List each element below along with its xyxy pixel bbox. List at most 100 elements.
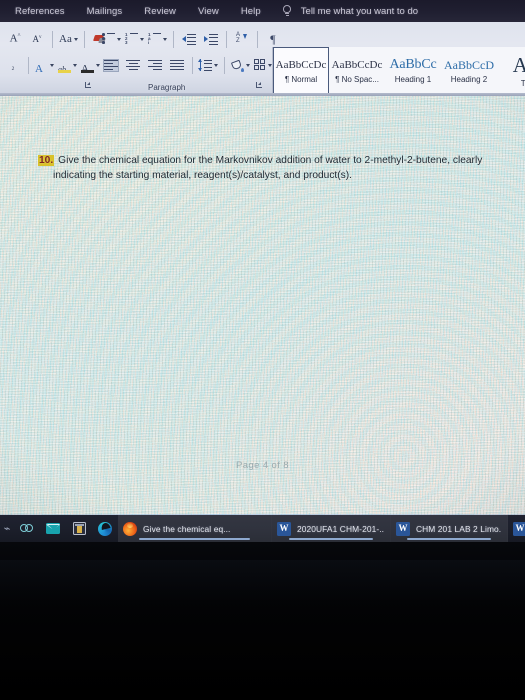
microsoft-edge-icon (98, 521, 112, 536)
text-effects-icon: A (35, 62, 43, 75)
numbering-icon: 123 (125, 33, 138, 45)
taskbar-task-word-1[interactable]: W 2020UFA1 CHM-201-... (272, 515, 390, 542)
windows-taskbar: ⌁ Give the chemical eq... W 2020UFA1 CHM… (0, 515, 525, 542)
ribbon-tab-bar: References Mailings Review View Help Tel… (0, 0, 525, 22)
question-number: 10. (38, 155, 55, 166)
tab-help[interactable]: Help (230, 6, 272, 17)
line-spacing-button[interactable] (197, 54, 220, 76)
justify-icon (170, 59, 184, 71)
borders-icon (254, 59, 266, 71)
subscript-button[interactable]: ₂ (2, 54, 24, 76)
grow-font-button[interactable]: A^ (4, 28, 26, 50)
bullets-icon (102, 33, 115, 45)
bullets-button[interactable] (100, 28, 123, 50)
paint-bucket-icon (230, 59, 244, 72)
taskbar-icon-edge[interactable] (92, 515, 118, 542)
style-sample: AaBbCcD (444, 58, 494, 72)
highlight-color-button[interactable]: ab (56, 54, 79, 76)
page-status-text: Page 4 of 8 (236, 460, 289, 471)
change-case-icon: Aa (59, 32, 72, 45)
style-sample: AaBbCcDc (275, 59, 327, 71)
tell-me-label: Tell me what you want to do (300, 5, 419, 17)
change-case-button[interactable]: Aa (57, 28, 80, 50)
lightbulb-icon (282, 4, 293, 18)
separator (257, 30, 258, 48)
word-icon: W (396, 521, 410, 536)
separator (226, 30, 227, 48)
style-title[interactable]: Aa Tit (497, 47, 525, 95)
separator (28, 56, 29, 74)
sort-icon: AZ (236, 32, 248, 45)
link-icon (19, 524, 35, 533)
font-color-icon: A (81, 59, 94, 75)
subscript-icon: ₂ (11, 59, 15, 70)
separator (52, 30, 53, 48)
taskbar-task-label: 2020UFA1 CHM-201-... (297, 523, 384, 534)
taskbar-task-label: CHM 201 LAB 2 Limo... (416, 523, 501, 534)
separator (83, 30, 85, 48)
style-name: Heading 1 (394, 75, 432, 84)
font-dialog-launcher[interactable] (85, 82, 92, 89)
style-normal[interactable]: AaBbCcDc ¶ Normal (273, 47, 329, 95)
decrease-indent-button[interactable] (178, 28, 200, 50)
bezel-sheen (0, 560, 525, 604)
firefox-icon (123, 521, 137, 536)
style-heading-2[interactable]: AaBbCcD Heading 2 (441, 47, 497, 95)
align-right-button[interactable] (144, 54, 166, 76)
borders-button[interactable] (252, 54, 274, 76)
tab-references[interactable]: References (4, 6, 76, 17)
increase-indent-button[interactable] (200, 28, 222, 50)
chevron-down-icon (117, 37, 121, 41)
word-icon: W (277, 521, 291, 536)
sort-button[interactable]: AZ (231, 28, 253, 50)
chevron-down-icon (73, 37, 78, 41)
style-sample: AaBbCc (389, 58, 437, 72)
taskbar-task-firefox[interactable]: Give the chemical eq... (118, 515, 271, 542)
question-line-2: indicating the starting material, reagen… (53, 170, 352, 181)
chevron-down-icon (50, 63, 54, 67)
align-right-icon (148, 59, 162, 71)
style-no-spacing[interactable]: AaBbCcDc ¶ No Spac... (329, 47, 385, 95)
text-effects-button[interactable]: A (33, 54, 56, 76)
line-spacing-icon (198, 59, 212, 72)
font-color-button[interactable]: A (79, 54, 102, 76)
taskbar-task-word-2[interactable]: W CHM 201 LAB 2 Limo... (391, 515, 507, 542)
style-name: ¶ Normal (284, 75, 318, 84)
chevron-down-icon (163, 37, 167, 41)
justify-button[interactable] (166, 54, 188, 76)
highlighter-icon: ab (58, 59, 71, 74)
styles-gallery: AaBbCcDc ¶ Normal AaBbCcDc ¶ No Spac... … (272, 47, 525, 95)
align-center-button[interactable] (122, 54, 144, 76)
taskbar-icon-link[interactable] (14, 515, 40, 542)
taskbar-task-word-3[interactable]: W CHM 201 Lab (508, 515, 525, 542)
pilcrow-icon: ¶ (270, 31, 276, 46)
style-name: Tit (520, 79, 525, 88)
style-sample: Aa (498, 54, 525, 76)
shrink-font-button[interactable]: Av (26, 28, 48, 50)
paragraph-dialog-launcher[interactable] (256, 82, 263, 89)
word-icon: W (513, 521, 525, 536)
shading-button[interactable] (229, 54, 252, 76)
start-button[interactable]: ⌁ (0, 515, 14, 542)
tell-me-box[interactable]: Tell me what you want to do (282, 4, 419, 18)
taskbar-icon-mail[interactable] (40, 515, 66, 542)
style-heading-1[interactable]: AaBbCc Heading 1 (385, 47, 441, 95)
paragraph-group-label: Paragraph (148, 83, 186, 92)
tab-mailings[interactable]: Mailings (76, 6, 134, 17)
align-left-button[interactable] (100, 54, 122, 76)
multilevel-list-button[interactable]: 1ai (146, 28, 169, 50)
align-center-icon (126, 59, 140, 71)
style-name: Heading 2 (450, 75, 488, 84)
separator (192, 56, 193, 74)
increase-indent-icon (204, 33, 218, 46)
tab-review[interactable]: Review (133, 6, 187, 17)
taskbar-icon-store[interactable] (66, 515, 92, 542)
decrease-indent-icon (182, 33, 196, 46)
question-text-1: Give the chemical equation for the Marko… (58, 155, 483, 166)
chevron-down-icon (140, 37, 144, 41)
numbering-button[interactable]: 123 (123, 28, 146, 50)
tab-view[interactable]: View (187, 6, 230, 17)
screen-bezel-area (0, 542, 525, 700)
question-block: 10. Give the chemical equation for the Ma… (38, 153, 500, 183)
chevron-down-icon (73, 63, 77, 67)
